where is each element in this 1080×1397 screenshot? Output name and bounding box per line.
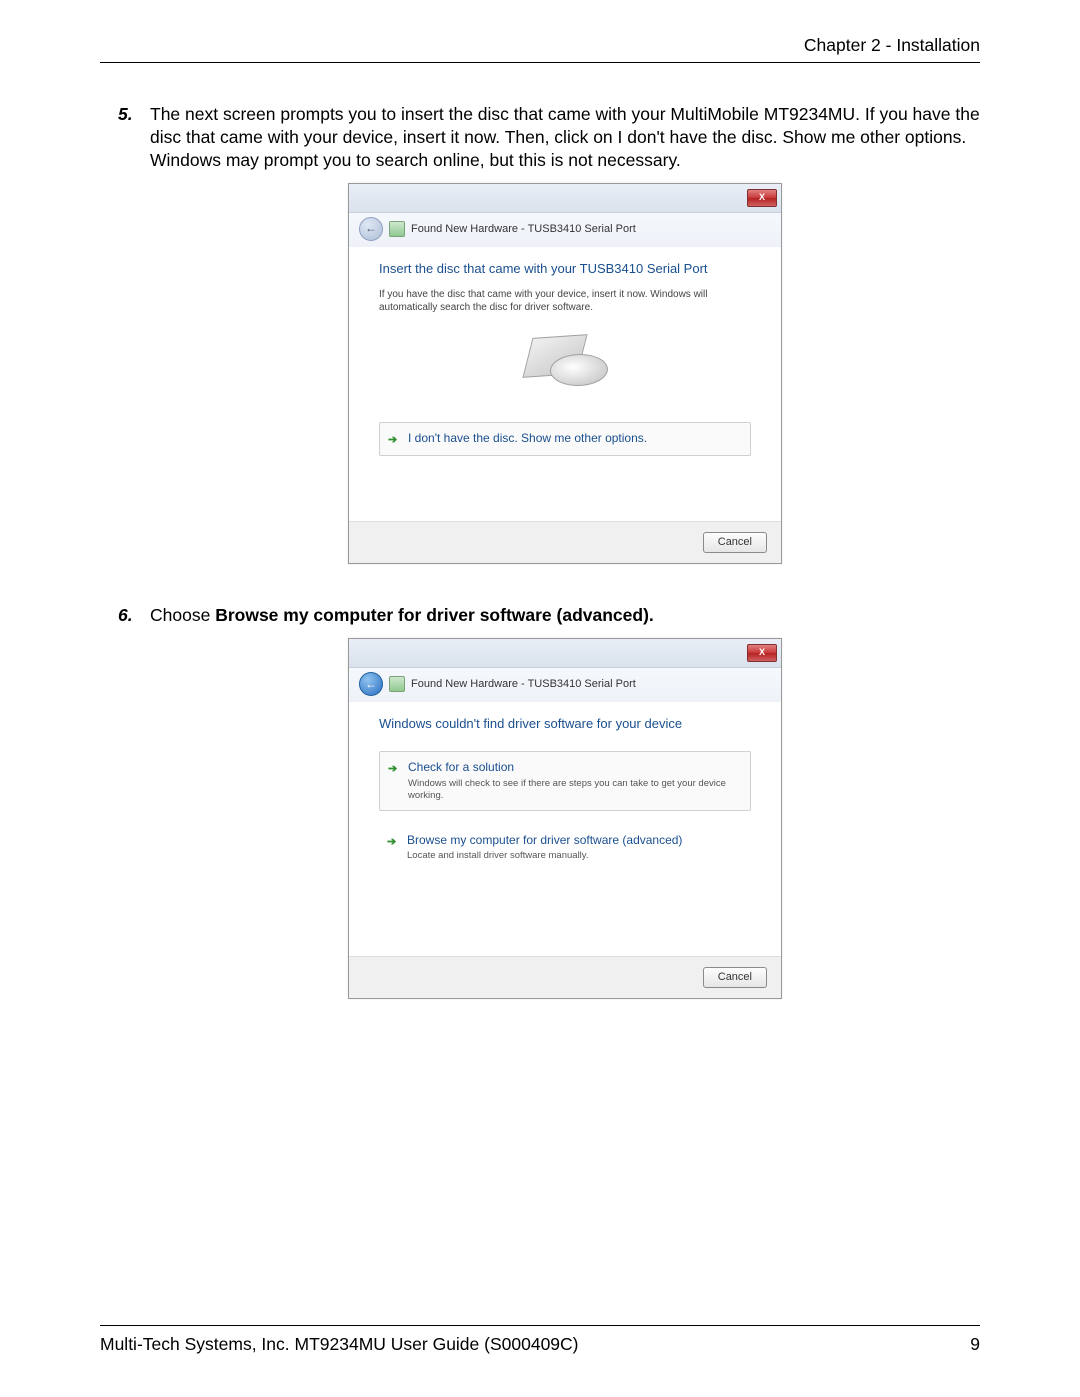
arrow-right-icon: ➔	[387, 835, 396, 849]
option-title: I don't have the disc. Show me other opt…	[408, 431, 740, 447]
option-subtitle: Windows will check to see if there are s…	[408, 778, 740, 802]
dialog-heading: Windows couldn't find driver software fo…	[379, 716, 751, 733]
back-button[interactable]: ←	[359, 672, 383, 696]
step-5: 5. The next screen prompts you to insert…	[100, 103, 980, 564]
step-5-text: The next screen prompts you to insert th…	[150, 104, 980, 170]
nav-row: ← Found New Hardware - TUSB3410 Serial P…	[349, 668, 781, 702]
nav-title: Found New Hardware - TUSB3410 Serial Por…	[411, 222, 636, 236]
step-6-number: 6.	[118, 604, 133, 627]
cancel-button[interactable]: Cancel	[703, 532, 767, 552]
arrow-left-icon: ←	[365, 677, 377, 693]
device-icon	[389, 221, 405, 237]
option-browse-computer[interactable]: ➔ Browse my computer for driver software…	[379, 825, 751, 870]
titlebar: X	[349, 184, 781, 213]
option-title: Browse my computer for driver software (…	[407, 833, 741, 849]
step-6: 6. Choose Browse my computer for driver …	[100, 604, 980, 999]
chapter-title: Chapter 2 - Installation	[804, 35, 980, 55]
cd-illustration	[520, 332, 610, 392]
option-check-solution[interactable]: ➔ Check for a solution Windows will chec…	[379, 751, 751, 810]
dialog-body: Insert the disc that came with your TUSB…	[349, 247, 781, 521]
page-header: Chapter 2 - Installation	[100, 35, 980, 63]
arrow-right-icon: ➔	[388, 433, 397, 447]
dialog-body: Windows couldn't find driver software fo…	[349, 702, 781, 956]
dialog-footer: Cancel	[349, 956, 781, 997]
arrow-right-icon: ➔	[388, 762, 397, 776]
dialog-text: If you have the disc that came with your…	[379, 288, 751, 314]
close-icon[interactable]: X	[747, 189, 777, 207]
dialog-insert-disc: X ← Found New Hardware - TUSB3410 Serial…	[348, 183, 782, 563]
close-icon[interactable]: X	[747, 644, 777, 662]
step-6-prefix: Choose	[150, 605, 215, 625]
option-title: Check for a solution	[408, 760, 740, 776]
step-5-number: 5.	[118, 103, 133, 126]
nav-row: ← Found New Hardware - TUSB3410 Serial P…	[349, 213, 781, 247]
step-6-bold: Browse my computer for driver software (…	[215, 605, 654, 625]
page-footer: Multi-Tech Systems, Inc. MT9234MU User G…	[100, 1325, 980, 1355]
option-subtitle: Locate and install driver software manua…	[407, 850, 741, 862]
dialog-couldnt-find: X ← Found New Hardware - TUSB3410 Serial…	[348, 638, 782, 998]
titlebar: X	[349, 639, 781, 668]
cd-disc-icon	[549, 353, 608, 387]
option-no-disc[interactable]: ➔ I don't have the disc. Show me other o…	[379, 422, 751, 456]
dialog-heading: Insert the disc that came with your TUSB…	[379, 261, 751, 278]
back-button[interactable]: ←	[359, 217, 383, 241]
footer-page-number: 9	[970, 1334, 980, 1355]
device-icon	[389, 676, 405, 692]
cancel-button[interactable]: Cancel	[703, 967, 767, 987]
footer-guide: Multi-Tech Systems, Inc. MT9234MU User G…	[100, 1334, 579, 1355]
dialog-footer: Cancel	[349, 521, 781, 562]
arrow-left-icon: ←	[365, 221, 377, 237]
nav-title: Found New Hardware - TUSB3410 Serial Por…	[411, 677, 636, 691]
